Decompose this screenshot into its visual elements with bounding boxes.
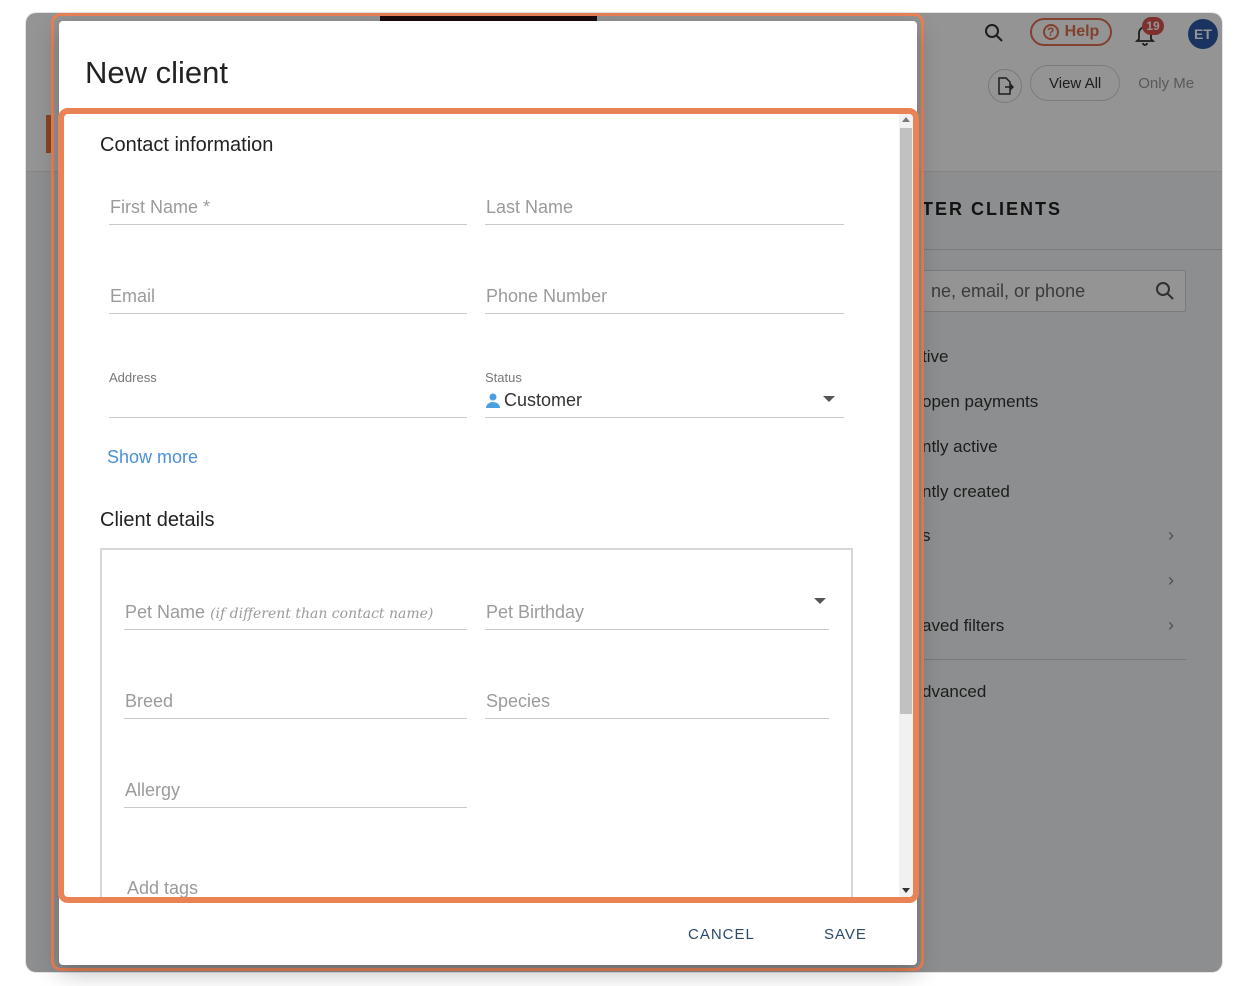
pet-name-field[interactable]: Pet Name (if different than contact name… — [124, 595, 467, 643]
dialog-title: New client — [85, 55, 228, 90]
breed-field[interactable]: Breed — [124, 684, 467, 732]
cancel-button[interactable]: CANCEL — [688, 919, 755, 949]
status-label: Status — [485, 370, 522, 385]
tags-placeholder: Add tags — [127, 878, 199, 897]
scroll-thumb[interactable] — [900, 128, 912, 714]
person-icon — [486, 393, 500, 408]
show-more-link[interactable]: Show more — [107, 447, 198, 468]
underline — [485, 718, 829, 719]
chevron-down-icon[interactable] — [814, 598, 826, 604]
scroll-down-arrow-icon[interactable] — [902, 888, 910, 893]
status-value: Customer — [486, 390, 582, 411]
underline — [109, 224, 467, 225]
underline — [485, 629, 829, 630]
form-scrollbar[interactable] — [899, 114, 913, 897]
email-field[interactable]: Email — [109, 279, 467, 327]
species-field[interactable]: Species — [485, 684, 829, 732]
pet-birthday-field[interactable]: Pet Birthday — [485, 595, 829, 643]
underline — [109, 417, 467, 418]
phone-field[interactable]: Phone Number — [485, 279, 844, 327]
details-section-heading: Client details — [100, 509, 215, 531]
underline — [124, 718, 467, 719]
contact-section-heading: Contact information — [100, 134, 274, 156]
phone-placeholder: Phone Number — [486, 286, 608, 306]
last-name-field[interactable]: Last Name — [485, 190, 844, 238]
dialog-body: Contact information First Name * Last Na… — [58, 108, 919, 903]
underline — [485, 313, 844, 314]
status-value-text: Customer — [504, 390, 583, 410]
save-button[interactable]: SAVE — [824, 919, 867, 949]
allergy-placeholder: Allergy — [125, 780, 181, 800]
email-placeholder: Email — [110, 286, 156, 306]
pet-birthday-placeholder: Pet Birthday — [486, 602, 585, 622]
scroll-up-arrow-icon[interactable] — [902, 117, 910, 122]
underline — [124, 629, 467, 630]
form-scroll-area: Contact information First Name * Last Na… — [64, 114, 899, 897]
address-label: Address — [109, 370, 157, 385]
underline — [124, 807, 467, 808]
pet-name-label: Pet Name — [125, 602, 206, 622]
pet-name-hint: (if different than contact name) — [210, 606, 434, 622]
species-placeholder: Species — [486, 691, 551, 711]
underline — [485, 417, 844, 418]
chevron-down-icon — [823, 396, 835, 402]
address-field[interactable]: Address — [109, 370, 467, 424]
pet-name-placeholder: Pet Name (if different than contact name… — [125, 602, 433, 623]
breed-placeholder: Breed — [125, 691, 174, 711]
underline — [485, 224, 844, 225]
tags-field[interactable]: Add tags — [126, 871, 469, 897]
status-select[interactable]: Status Customer — [485, 370, 844, 424]
allergy-field[interactable]: Allergy — [124, 773, 467, 821]
first-name-field[interactable]: First Name * — [109, 190, 467, 238]
underline — [109, 313, 467, 314]
last-name-placeholder: Last Name — [486, 197, 574, 217]
first-name-placeholder: First Name * — [110, 197, 211, 217]
